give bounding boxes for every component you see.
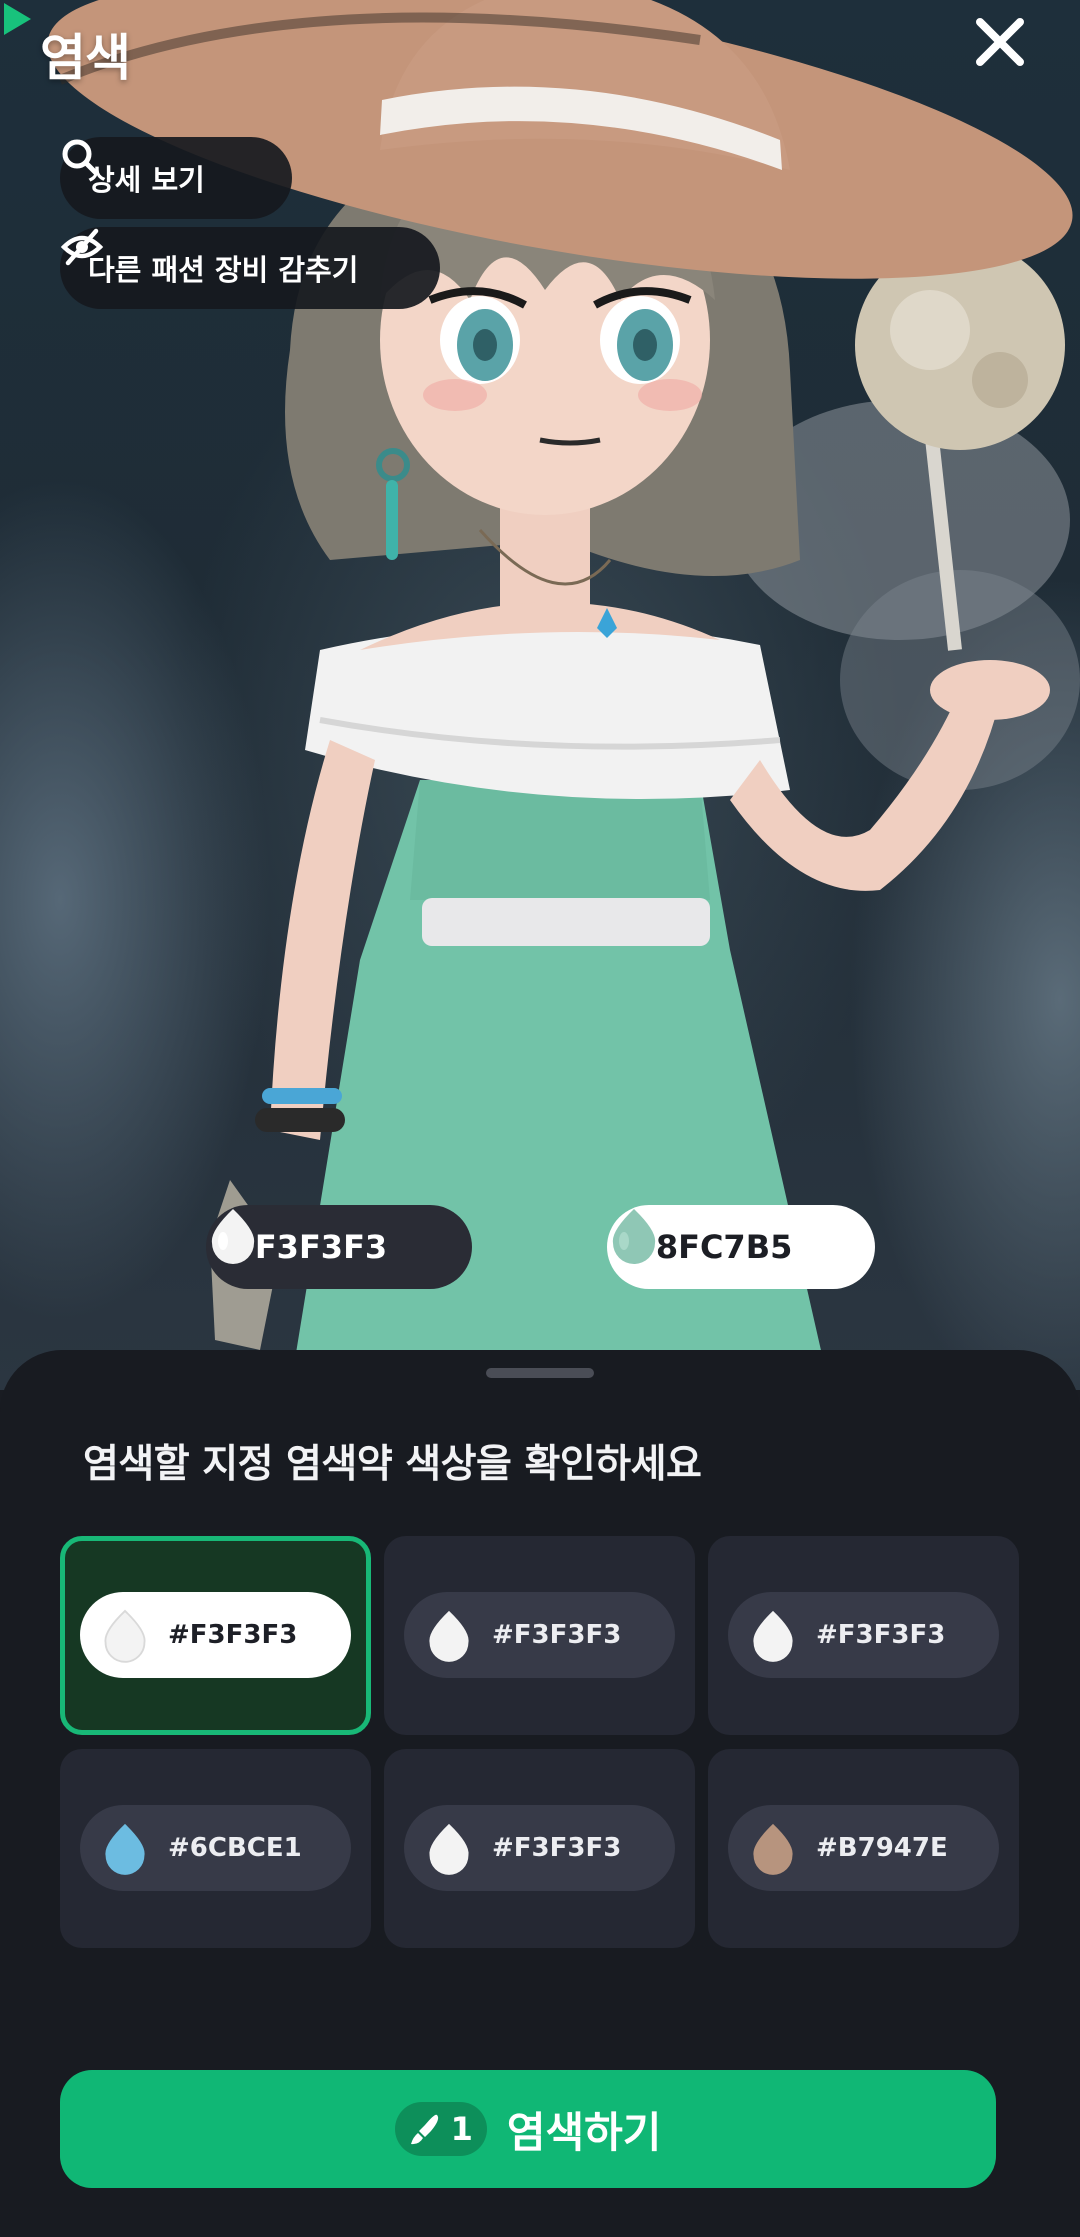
play-arrow-icon bbox=[4, 3, 31, 35]
swatch-code: #F3F3F3 bbox=[492, 1833, 622, 1863]
target-color-chip: #8FC7B5 bbox=[607, 1205, 875, 1289]
swatch-code: #F3F3F3 bbox=[168, 1620, 298, 1650]
hide-other-fashion-button[interactable]: 다른 패션 장비 감추기 bbox=[60, 227, 440, 309]
swatch-code: #F3F3F3 bbox=[816, 1620, 946, 1650]
dye-drop-icon bbox=[753, 1823, 793, 1875]
dye-button[interactable]: 1 염색하기 bbox=[60, 2070, 996, 2188]
hide-other-fashion-label: 다른 패션 장비 감추기 bbox=[88, 253, 359, 287]
sheet-drag-handle[interactable] bbox=[486, 1368, 594, 1378]
dye-swatch-4[interactable]: #6CBCE1 bbox=[60, 1749, 371, 1948]
swatch-code: #F3F3F3 bbox=[492, 1620, 622, 1650]
swatch-code: #6CBCE1 bbox=[168, 1833, 302, 1863]
dye-drop-icon bbox=[612, 1209, 656, 1264]
avatar-preview[interactable]: 염색 상세 보기 다른 패션 장비 감추기 #F3F3F3 #8FC7B5 bbox=[0, 0, 1080, 1390]
detail-view-label: 상세 보기 bbox=[88, 163, 205, 197]
dye-drop-icon bbox=[104, 1609, 146, 1663]
dye-drop-icon bbox=[429, 1823, 469, 1875]
dye-swatch-5[interactable]: #F3F3F3 bbox=[384, 1749, 695, 1948]
dye-drop-icon bbox=[211, 1209, 255, 1264]
dye-brush-icon bbox=[410, 2114, 438, 2145]
dye-swatch-3[interactable]: #F3F3F3 bbox=[708, 1536, 1019, 1735]
dye-bottom-sheet: 염색할 지정 염색약 색상을 확인하세요 #F3F3F3 #F3F3F3 #F3… bbox=[0, 1350, 1080, 2237]
original-color-chip: #F3F3F3 bbox=[206, 1205, 472, 1289]
dye-swatch-2[interactable]: #F3F3F3 bbox=[384, 1536, 695, 1735]
dye-drop-icon bbox=[429, 1610, 469, 1662]
dye-count: 1 bbox=[450, 2110, 473, 2148]
detail-view-button[interactable]: 상세 보기 bbox=[60, 137, 292, 219]
close-button[interactable] bbox=[972, 14, 1044, 86]
dye-count-badge: 1 bbox=[394, 2102, 487, 2156]
page-title: 염색 bbox=[40, 29, 131, 87]
dye-button-label: 염색하기 bbox=[506, 2107, 662, 2157]
dye-swatch-1[interactable]: #F3F3F3 bbox=[60, 1536, 371, 1735]
eye-off-icon bbox=[60, 228, 104, 266]
dye-drop-icon bbox=[105, 1823, 145, 1875]
search-icon bbox=[62, 139, 99, 176]
dye-drop-icon bbox=[753, 1610, 793, 1662]
sheet-title: 염색할 지정 염색약 색상을 확인하세요 bbox=[83, 1442, 702, 1487]
dye-swatch-6[interactable]: #B7947E bbox=[708, 1749, 1019, 1948]
close-icon bbox=[976, 18, 1024, 66]
swatch-code: #B7947E bbox=[816, 1833, 948, 1863]
